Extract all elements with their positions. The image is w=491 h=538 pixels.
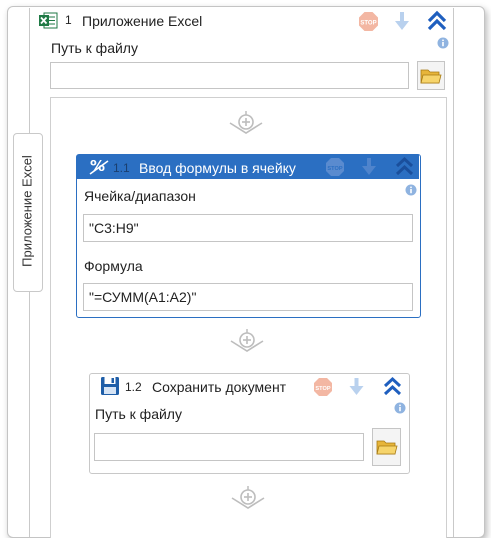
folder-icon (375, 438, 398, 456)
block-title: Приложение Excel (82, 13, 203, 29)
excel-icon (38, 12, 58, 29)
svg-text:STOP: STOP (360, 21, 376, 27)
path-label: Путь к файлу (51, 40, 138, 56)
formula-icon: % (89, 157, 109, 176)
collapse-icon[interactable] (426, 10, 448, 32)
info-icon[interactable] (405, 184, 417, 196)
formula-label: Формула (84, 258, 143, 274)
stop-icon[interactable]: STOP (325, 157, 345, 177)
stop-icon[interactable]: STOP (313, 377, 333, 397)
collapse-icon[interactable] (394, 156, 415, 177)
side-tab-label: Приложение Excel (19, 155, 35, 267)
svg-text:STOP: STOP (315, 386, 330, 392)
move-down-icon[interactable] (393, 11, 411, 31)
block-title: Сохранить документ (152, 379, 287, 395)
cell-range-input[interactable]: "C3:H9" (83, 214, 413, 242)
block-title: Ввод формулы в ячейку (139, 160, 296, 176)
block-number: 1.1 (113, 161, 130, 175)
info-icon[interactable] (394, 402, 406, 414)
move-down-icon[interactable] (348, 377, 365, 396)
add-step-icon[interactable] (227, 111, 265, 135)
add-step-icon[interactable] (229, 486, 267, 510)
collapse-icon[interactable] (382, 376, 403, 397)
info-icon[interactable] (437, 37, 449, 49)
move-down-icon[interactable] (361, 157, 377, 176)
file-path-input[interactable] (50, 62, 409, 89)
svg-text:STOP: STOP (327, 166, 342, 172)
block-number: 1 (65, 13, 72, 27)
save-path-input[interactable] (94, 433, 364, 461)
browse-folder-button[interactable] (372, 428, 401, 466)
folder-icon (420, 67, 442, 85)
browse-folder-button[interactable] (417, 61, 445, 90)
stop-icon[interactable]: STOP (358, 11, 379, 32)
formula-input[interactable]: "=СУММ(A1:A2)" (83, 283, 413, 311)
add-step-icon[interactable] (228, 329, 266, 353)
floppy-disk-icon (100, 376, 120, 396)
path-label: Путь к файлу (95, 406, 182, 422)
cell-range-label: Ячейка/диапазон (84, 188, 196, 204)
block-number: 1.2 (125, 380, 142, 394)
